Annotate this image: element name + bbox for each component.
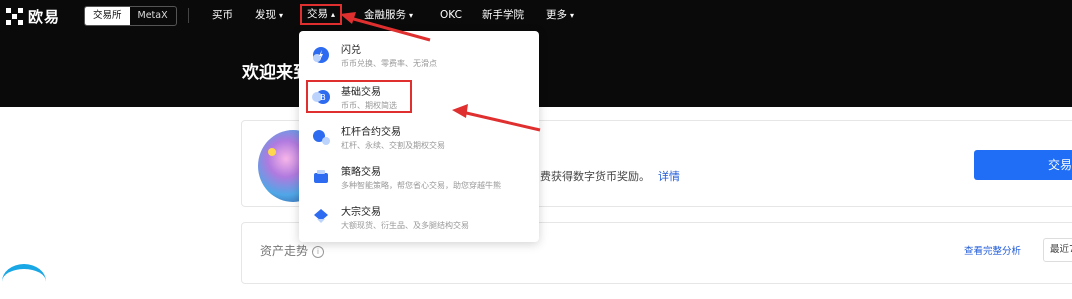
menu-item-flash-swap[interactable]: 闪兑 币币兑换、零费率、无滑点 (299, 37, 539, 75)
menu-item-block-trade[interactable]: 大宗交易 大额现货、衍生品、及多腿结构交易 (299, 199, 539, 237)
nav-buy[interactable]: 买币 (212, 7, 233, 23)
nav-finance[interactable]: 金融服务 ▾ (364, 7, 413, 24)
nav-okc[interactable]: OKC (440, 7, 462, 23)
trade-button[interactable]: 交易 (974, 150, 1072, 180)
trade-dropdown-menu: 闪兑 币币兑换、零费率、无滑点 B 基础交易 币币、期权简选 杠杆合约交易 杠杆… (299, 31, 539, 242)
chevron-up-icon: ▴ (331, 10, 336, 19)
nav-trade-label: 交易 (307, 8, 328, 20)
menu-item-title: 策略交易 (341, 167, 381, 178)
reward-detail-link[interactable]: 详情 (658, 170, 680, 183)
nav-more[interactable]: 更多 ▾ (546, 7, 574, 24)
chevron-down-icon: ▾ (570, 11, 575, 20)
full-analysis-link[interactable]: 查看完整分析 (964, 243, 1021, 257)
menu-item-desc: 币币兑换、零费率、无滑点 (341, 59, 437, 68)
chevron-down-icon: ▾ (409, 11, 414, 20)
menu-item-desc: 杠杆、永续、交割及期权交易 (341, 141, 445, 150)
nav-buy-label: 买币 (212, 9, 233, 21)
partial-logo-swirl (2, 264, 46, 299)
brand-logo[interactable]: 欧易 (6, 6, 60, 27)
asset-trend-label: 资产走势 (260, 244, 309, 258)
nav-divider (188, 8, 189, 23)
nav-more-label: 更多 (546, 9, 567, 21)
menu-item-title: 闪兑 (341, 45, 361, 56)
nav-discover-label: 发现 (255, 9, 276, 21)
brand-name: 欧易 (28, 8, 61, 26)
menu-item-title: 杠杆合约交易 (341, 127, 401, 138)
info-icon[interactable]: i (312, 245, 325, 258)
reward-text: 费获得数字货币奖励。 详情 (540, 168, 680, 184)
menu-item-title: 大宗交易 (341, 207, 381, 218)
menu-item-desc: 大额现货、衍生品、及多腿结构交易 (341, 221, 469, 230)
leverage-contract-icon (313, 130, 330, 145)
mode-wallet-tab[interactable]: MetaX (130, 7, 176, 25)
menu-item-desc: 多种智能策略，帮您省心交易，助您穿越牛熊 (341, 181, 501, 190)
basic-trade-highlight-box (306, 80, 412, 113)
mode-exchange-tab[interactable]: 交易所 (85, 7, 130, 25)
asset-trend-title: 资产走势 i (260, 242, 325, 259)
chevron-down-icon: ▾ (279, 11, 284, 20)
strategy-trade-icon (314, 170, 328, 183)
menu-item-leverage-contract[interactable]: 杠杆合约交易 杠杆、永续、交割及期权交易 (299, 119, 539, 157)
nav-okc-label: OKC (440, 9, 462, 21)
nav-discover[interactable]: 发现 ▾ (255, 7, 283, 24)
nav-academy-label: 新手学院 (482, 9, 524, 21)
nav-finance-label: 金融服务 (364, 9, 406, 21)
block-trade-icon (314, 209, 328, 223)
mode-switch[interactable]: 交易所 MetaX (84, 6, 177, 26)
reward-message: 费获得数字货币奖励。 (540, 170, 650, 183)
nav-trade[interactable]: 交易 ▴ (300, 4, 343, 25)
menu-item-strategy-trade[interactable]: 策略交易 多种智能策略，帮您省心交易，助您穿越牛熊 (299, 159, 539, 197)
flash-swap-icon (313, 47, 329, 63)
okx-logo-icon (6, 7, 24, 26)
recent-period-select[interactable]: 最近7 (1043, 238, 1072, 262)
nav-academy[interactable]: 新手学院 (482, 7, 524, 23)
